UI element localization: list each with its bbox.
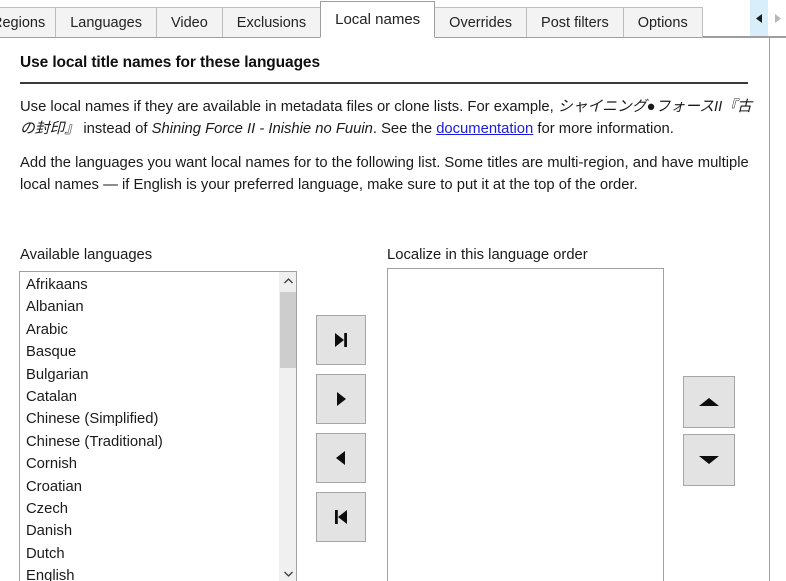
tab-label: Local names — [335, 11, 421, 28]
chevron-down-icon — [283, 571, 293, 577]
available-languages-label: Available languages — [20, 247, 153, 263]
skip-forward-icon — [335, 333, 347, 347]
tab-list: Regions Languages Video Exclusions Local nam… — [0, 0, 703, 38]
skip-back-icon — [335, 510, 347, 524]
localize-order-items — [388, 269, 646, 271]
desc1-part3: . See the — [372, 121, 437, 137]
triangle-right-icon — [774, 13, 781, 23]
localize-order-label: Localize in this language order — [387, 247, 588, 263]
heading-divider — [20, 82, 748, 84]
tab-video[interactable]: Video — [155, 7, 223, 38]
desc1-part1: Use local names if they are available in… — [20, 99, 558, 115]
list-item[interactable]: Croatian — [20, 476, 278, 498]
tab-exclusions[interactable]: Exclusions — [221, 7, 322, 38]
triangle-up-icon — [699, 398, 719, 406]
move-all-right-button[interactable] — [316, 315, 366, 365]
move-right-button[interactable] — [316, 374, 366, 424]
tab-overrides[interactable]: Overrides — [434, 7, 528, 38]
description-paragraph-1: Use local names if they are available in… — [20, 96, 760, 140]
list-item[interactable]: Cornish — [20, 453, 278, 475]
tab-label: Overrides — [449, 14, 513, 31]
list-item[interactable]: Dutch — [20, 543, 278, 565]
localize-order-listbox[interactable] — [387, 268, 664, 581]
available-languages-scrollbar[interactable] — [278, 272, 296, 581]
tab-label: Exclusions — [236, 14, 307, 31]
page-title: Use local title names for these language… — [20, 54, 320, 71]
move-left-button[interactable] — [316, 433, 366, 483]
list-item[interactable]: English — [20, 565, 278, 581]
description-paragraph-2: Add the languages you want local names f… — [20, 155, 749, 193]
scroll-up-button[interactable] — [279, 272, 296, 290]
desc1-part2: instead of — [79, 121, 152, 137]
move-up-button[interactable] — [683, 376, 735, 428]
tab-label: Regions — [0, 14, 46, 31]
local-names-settings-window: Regions Languages Video Exclusions Local nam… — [0, 0, 786, 581]
tab-scroll-controls — [750, 0, 786, 36]
list-item[interactable]: Catalan — [20, 386, 278, 408]
romanized-title-example: Shining Force II - Inishie no Fuuin — [151, 121, 373, 137]
scrollbar-thumb[interactable] — [280, 292, 296, 368]
documentation-link[interactable]: documentation — [436, 121, 533, 137]
list-item[interactable]: Bulgarian — [20, 364, 278, 386]
list-item[interactable]: Afrikaans — [20, 274, 278, 296]
move-down-button[interactable] — [683, 434, 735, 486]
list-item[interactable]: Arabic — [20, 319, 278, 341]
tab-local-names[interactable]: Local names — [320, 1, 436, 38]
list-item[interactable]: Basque — [20, 341, 278, 363]
play-left-icon — [336, 451, 345, 465]
tab-label: Languages — [70, 14, 142, 31]
list-item[interactable]: Chinese (Simplified) — [20, 408, 278, 430]
list-item[interactable]: Chinese (Traditional) — [20, 431, 278, 453]
list-item[interactable]: Albanian — [20, 296, 278, 318]
play-right-icon — [337, 392, 346, 406]
triangle-left-icon — [755, 13, 762, 23]
tab-scroll-right-button[interactable] — [768, 0, 786, 36]
triangle-down-icon — [699, 456, 719, 464]
list-item[interactable]: Czech — [20, 498, 278, 520]
chevron-up-icon — [283, 278, 293, 284]
list-item[interactable]: Danish — [20, 520, 278, 542]
tab-label: Video — [170, 14, 208, 31]
tab-strip: Regions Languages Video Exclusions Local nam… — [0, 0, 786, 38]
tab-regions[interactable]: Regions — [0, 7, 57, 38]
desc1-part4: for more information. — [533, 121, 674, 137]
tab-post-filters[interactable]: Post filters — [526, 7, 624, 38]
tab-panel-local-names: Use local title names for these language… — [0, 38, 770, 581]
available-languages-listbox[interactable]: Afrikaans Albanian Arabic Basque Bulgarian Ca… — [19, 271, 297, 581]
tab-languages[interactable]: Languages — [55, 7, 157, 38]
move-all-left-button[interactable] — [316, 492, 366, 542]
scroll-down-button[interactable] — [279, 565, 296, 581]
tab-scroll-left-button[interactable] — [750, 0, 768, 36]
available-languages-items: Afrikaans Albanian Arabic Basque Bulgarian Ca… — [20, 272, 278, 581]
tab-label: Options — [637, 14, 688, 31]
tab-options[interactable]: Options — [622, 7, 703, 38]
tab-label: Post filters — [541, 14, 609, 31]
